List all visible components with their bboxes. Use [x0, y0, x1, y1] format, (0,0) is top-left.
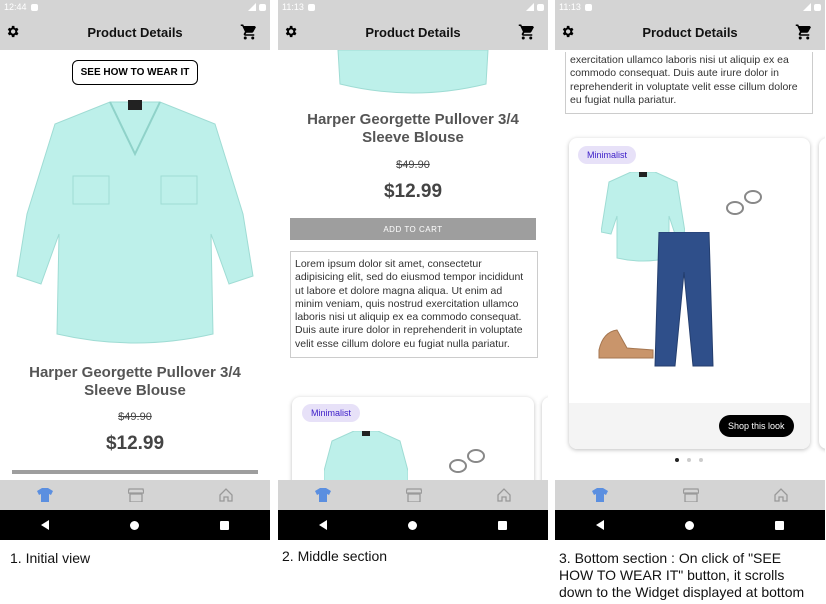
- sale-price: $12.99: [383, 181, 443, 202]
- caption-middle-section: 2. Middle section: [282, 548, 388, 564]
- status-time: 12:44: [4, 2, 27, 12]
- back-icon[interactable]: [40, 520, 49, 530]
- jeans-image: [654, 232, 714, 367]
- product-name: Harper Georgette Pullover 3/4 Sleeve Blo…: [29, 364, 241, 399]
- page-title: Product Details: [642, 24, 738, 40]
- outfit-shirt-image: [324, 431, 408, 480]
- notification-icon: [584, 3, 592, 11]
- see-how-to-wear-button[interactable]: SEE HOW TO WEAR IT: [72, 60, 198, 85]
- battery-icon: [814, 3, 821, 11]
- next-outfit-card[interactable]: [819, 138, 825, 449]
- status-bar: 11:13: [555, 0, 825, 14]
- style-badge: Minimalist: [578, 146, 637, 164]
- original-price: $49.90: [396, 159, 430, 171]
- phone-middle-section: 11:13 Product Details Harper Georgette P…: [278, 0, 548, 540]
- add-to-cart-button[interactable]: [12, 470, 258, 474]
- status-bar: 11:13: [278, 0, 548, 14]
- recents-icon[interactable]: [775, 520, 785, 530]
- status-time: 11:13: [282, 2, 304, 12]
- sandals-image: [598, 329, 654, 359]
- app-bar: Product Details: [0, 14, 270, 50]
- home-button-icon[interactable]: [407, 520, 417, 530]
- bottom-nav: [555, 480, 825, 510]
- store-icon[interactable]: [405, 488, 422, 502]
- home-button-icon[interactable]: [129, 520, 139, 530]
- cart-icon[interactable]: [240, 23, 258, 41]
- scroll-content[interactable]: SEE HOW TO WEAR IT Harper Georgette Pull…: [0, 50, 270, 480]
- phone-initial-view: 12:44 Product Details SEE HOW TO WEAR IT…: [0, 0, 270, 540]
- shirt-icon[interactable]: [315, 488, 332, 502]
- back-icon[interactable]: [318, 520, 327, 530]
- back-icon[interactable]: [595, 520, 604, 530]
- outfit-card[interactable]: Minimalist Shop this look: [569, 138, 810, 449]
- cart-icon[interactable]: [518, 23, 536, 41]
- sale-price: $12.99: [105, 433, 165, 454]
- shop-this-look-button[interactable]: Shop this look: [719, 415, 794, 437]
- original-price: $49.90: [118, 411, 152, 423]
- system-nav: [278, 510, 548, 540]
- description-box: exercitation ullamco laboris nisi ut ali…: [565, 52, 813, 115]
- carousel-dot[interactable]: [675, 458, 679, 462]
- caption-initial-view: 1. Initial view: [10, 550, 91, 566]
- app-bar: Product Details: [555, 14, 825, 50]
- page-title: Product Details: [365, 24, 461, 40]
- scroll-content[interactable]: exercitation ullamco laboris nisi ut ali…: [555, 50, 825, 480]
- recents-icon[interactable]: [220, 520, 230, 530]
- style-badge: Minimalist: [302, 404, 361, 422]
- gear-icon[interactable]: [560, 24, 575, 39]
- description-box: Lorem ipsum dolor sit amet, consectetur …: [290, 251, 538, 359]
- product-name: Harper Georgette Pullover 3/4 Sleeve Blo…: [307, 111, 519, 146]
- signal-icon: [526, 3, 534, 11]
- gear-icon[interactable]: [5, 24, 20, 39]
- battery-icon: [537, 3, 544, 11]
- notification-icon: [307, 3, 315, 11]
- system-nav: [555, 510, 825, 540]
- notification-icon: [30, 3, 38, 11]
- shirt-icon[interactable]: [592, 488, 609, 502]
- add-to-cart-button[interactable]: ADD TO CART: [290, 218, 536, 240]
- product-image: [16, 100, 254, 344]
- bottom-nav: [278, 480, 548, 510]
- battery-icon: [259, 3, 266, 11]
- carousel-dot[interactable]: [687, 458, 691, 462]
- store-icon[interactable]: [127, 488, 144, 502]
- carousel-dot[interactable]: [699, 458, 703, 462]
- signal-icon: [248, 3, 256, 11]
- rings-image: [726, 190, 762, 215]
- system-nav: [0, 510, 270, 540]
- home-icon[interactable]: [773, 488, 788, 502]
- bottom-nav: [0, 480, 270, 510]
- phone-bottom-section: 11:13 Product Details exercitation ullam…: [555, 0, 825, 540]
- status-bar: 12:44: [0, 0, 270, 14]
- status-time: 11:13: [559, 2, 581, 12]
- page-title: Product Details: [87, 24, 183, 40]
- home-button-icon[interactable]: [684, 520, 694, 530]
- gear-icon[interactable]: [283, 24, 298, 39]
- caption-bottom-section: 3. Bottom section : On click of "SEE HOW…: [559, 550, 805, 600]
- outfit-card[interactable]: Minimalist: [292, 397, 534, 480]
- home-icon[interactable]: [218, 488, 233, 502]
- shirt-icon[interactable]: [37, 488, 54, 502]
- carousel-dots: [675, 458, 703, 462]
- cart-icon[interactable]: [795, 23, 813, 41]
- signal-icon: [803, 3, 811, 11]
- scroll-content[interactable]: Harper Georgette Pullover 3/4 Sleeve Blo…: [278, 50, 548, 480]
- app-bar: Product Details: [278, 14, 548, 50]
- recents-icon[interactable]: [498, 520, 508, 530]
- home-icon[interactable]: [496, 488, 511, 502]
- product-image: [337, 50, 489, 94]
- rings-image: [449, 449, 485, 473]
- next-outfit-card[interactable]: [542, 397, 548, 480]
- store-icon[interactable]: [682, 488, 699, 502]
